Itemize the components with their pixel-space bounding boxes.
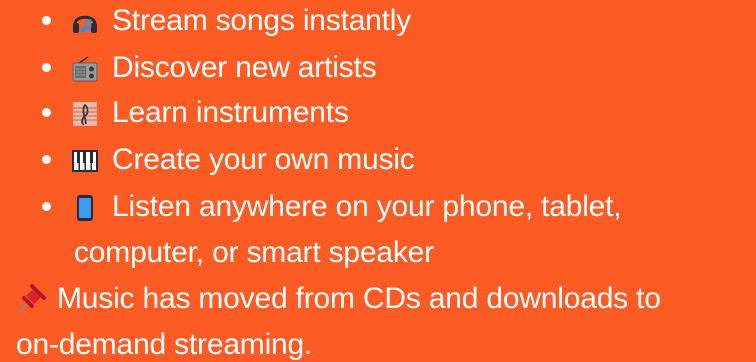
feature-label: Learn instruments (112, 96, 349, 129)
piano-keys-icon (72, 150, 98, 172)
bullet (42, 63, 51, 72)
feature-label: Listen anywhere on your phone, tablet, (112, 190, 622, 223)
headphones-icon (73, 15, 97, 33)
feature-label: Stream songs instantly (112, 4, 412, 37)
feature-label: Discover new artists (112, 51, 377, 84)
feature-item-learn: Learn instruments (42, 96, 742, 130)
bullet (42, 108, 51, 117)
feature-continuation: computer, or smart speaker (74, 236, 434, 269)
feature-item-create: Create your own music (42, 143, 742, 177)
content-area: Stream songs instantly Discover new arti… (0, 0, 756, 362)
pushpin-icon (18, 284, 46, 313)
feature-item-stream: Stream songs instantly (42, 4, 742, 38)
feature-label: Create your own music (112, 143, 415, 176)
bullet (42, 16, 51, 25)
radio-icon (72, 56, 98, 82)
mobile-phone-icon (77, 195, 93, 221)
feature-item-listen: Listen anywhere on your phone, tablet, (42, 190, 742, 224)
bullet (42, 155, 51, 164)
bullet (42, 202, 51, 211)
feature-item-discover: Discover new artists (42, 51, 742, 85)
musical-score-icon (73, 102, 97, 126)
callout-note: Music has moved from CDs and downloads t… (0, 282, 756, 316)
note-line-1: Music has moved from CDs and downloads t… (57, 282, 661, 315)
note-line-2: on-demand streaming. (16, 328, 313, 361)
